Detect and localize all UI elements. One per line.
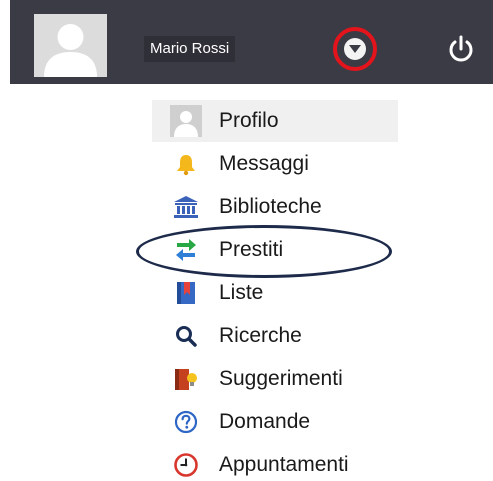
menu-item-label: Domande xyxy=(219,409,311,433)
menu-item-label: Prestiti xyxy=(219,237,284,261)
menu-item-ricerche[interactable]: Ricerche xyxy=(152,314,398,357)
library-icon xyxy=(169,190,203,224)
suggestion-icon xyxy=(169,362,203,396)
bell-icon xyxy=(169,147,203,181)
menu-item-label: Messaggi xyxy=(219,151,309,175)
menu-item-label: Suggerimenti xyxy=(219,366,343,390)
top-bar: Mario Rossi xyxy=(10,0,493,84)
menu-item-label: Appuntamenti xyxy=(219,452,349,476)
menu-item-profilo[interactable]: Profilo xyxy=(152,100,398,142)
menu-item-label: Biblioteche xyxy=(219,194,322,218)
menu-item-messaggi[interactable]: Messaggi xyxy=(152,142,398,185)
menu-item-label: Liste xyxy=(219,280,264,304)
caret-down-icon xyxy=(344,38,366,60)
magnifier-icon xyxy=(169,319,203,353)
loan-arrows-icon xyxy=(169,233,203,267)
menu-item-label: Ricerche xyxy=(219,323,302,347)
user-icon xyxy=(169,104,203,138)
user-avatar-icon[interactable] xyxy=(34,14,107,77)
menu-item-suggerimenti[interactable]: Suggerimenti xyxy=(152,357,398,400)
menu-item-appuntamenti[interactable]: Appuntamenti xyxy=(152,443,398,481)
question-icon xyxy=(169,405,203,439)
menu-item-label: Profilo xyxy=(219,109,279,132)
menu-item-liste[interactable]: Liste xyxy=(152,271,398,314)
user-name[interactable]: Mario Rossi xyxy=(144,36,236,62)
clock-icon xyxy=(169,448,203,481)
bookmark-book-icon xyxy=(169,276,203,310)
page: Mario Rossi Profilo Messaggi Biblioteche… xyxy=(0,0,493,481)
menu-item-biblioteche[interactable]: Biblioteche xyxy=(152,185,398,228)
user-dropdown-menu: Profilo Messaggi Biblioteche Prestiti Li… xyxy=(152,100,398,481)
menu-item-prestiti[interactable]: Prestiti xyxy=(152,228,398,271)
power-icon[interactable] xyxy=(446,34,476,64)
menu-item-domande[interactable]: Domande xyxy=(152,400,398,443)
user-menu-toggle-button[interactable] xyxy=(333,27,377,71)
